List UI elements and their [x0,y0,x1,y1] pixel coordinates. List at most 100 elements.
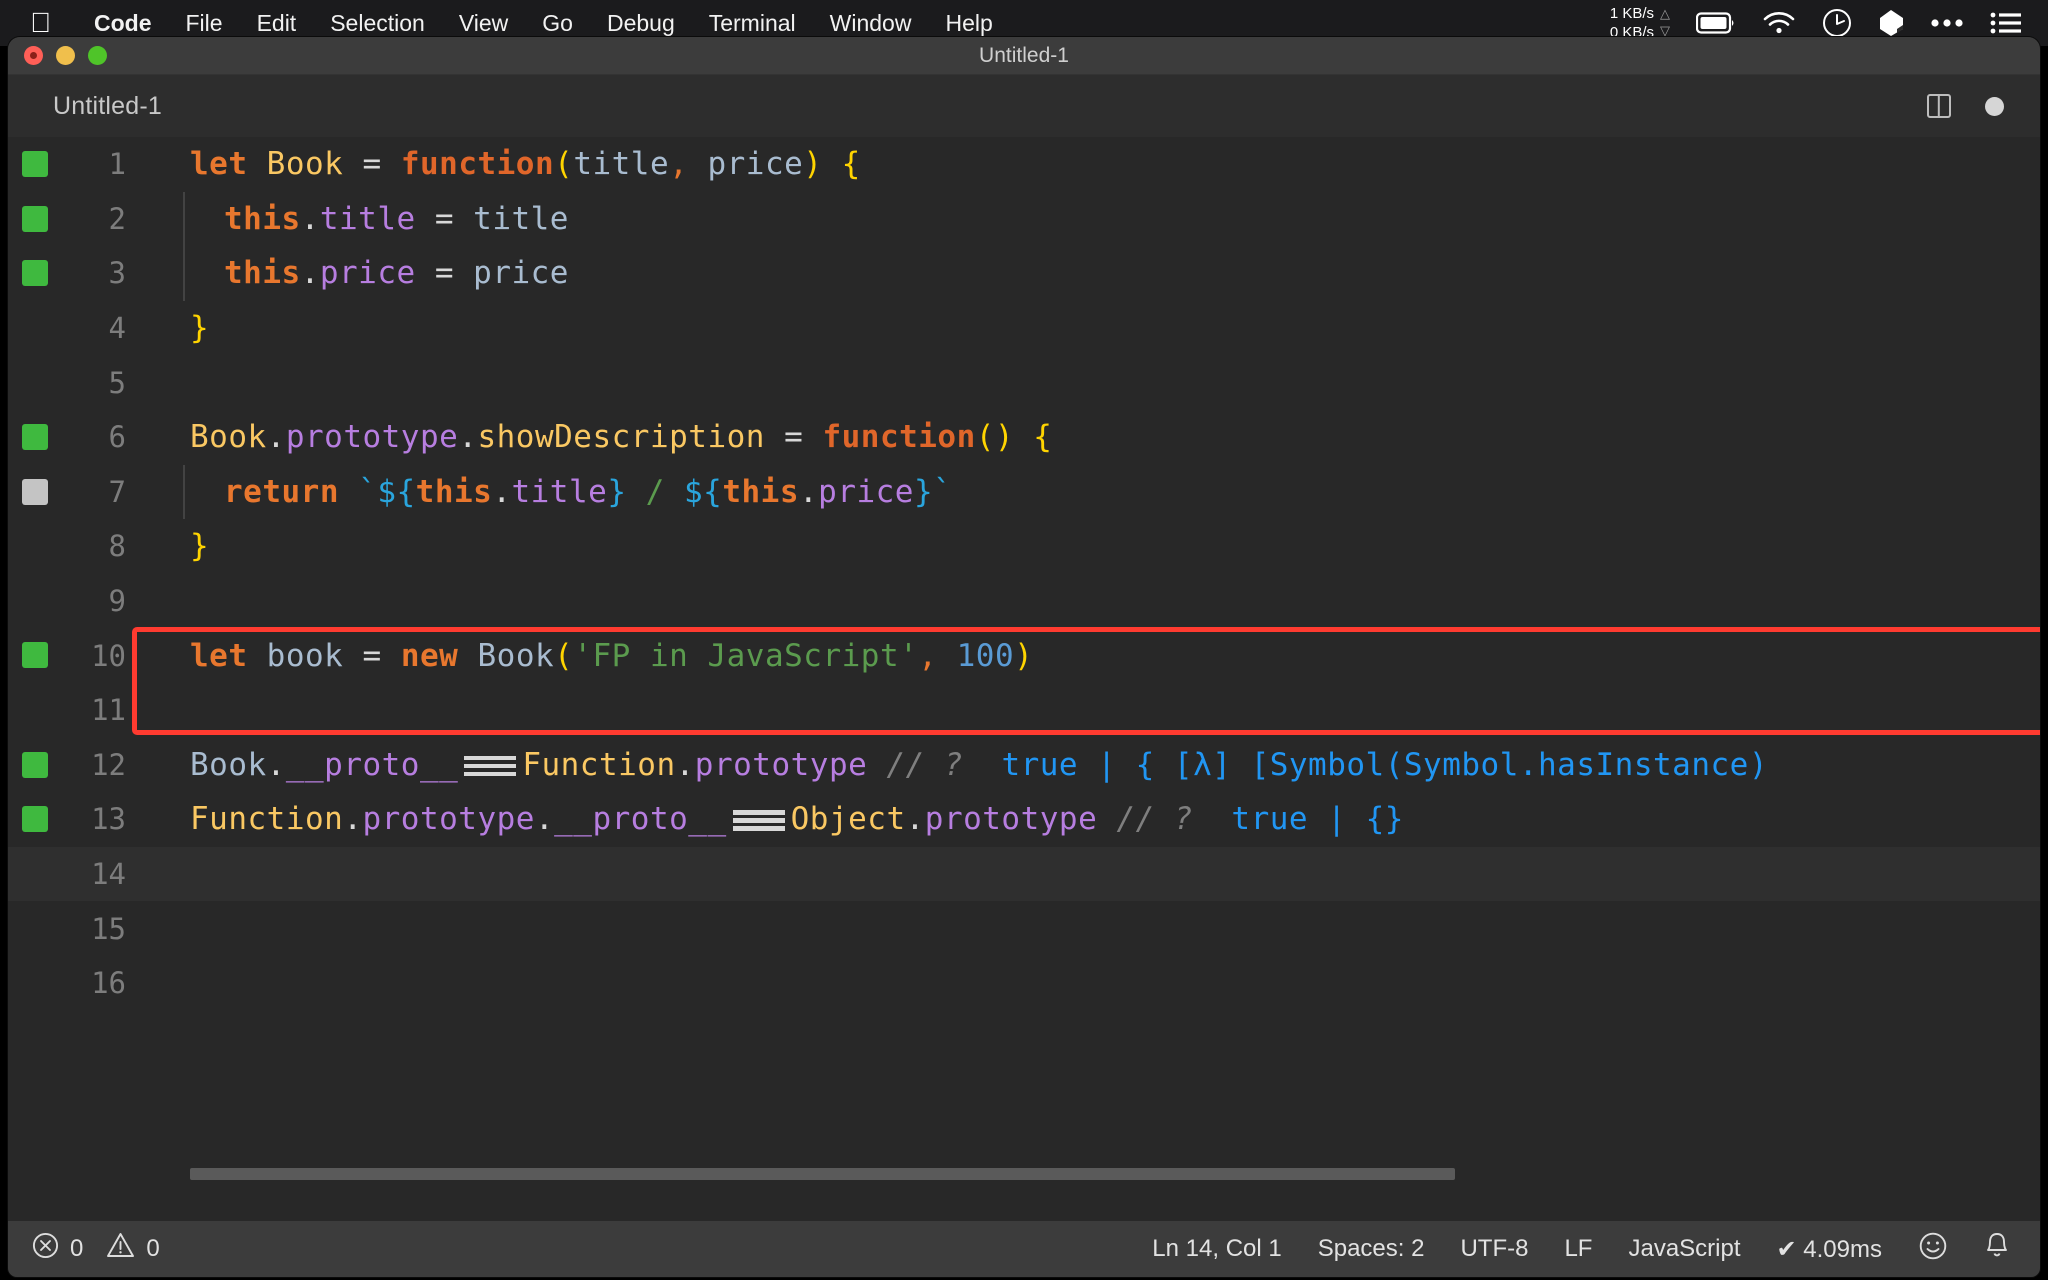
code-line-12[interactable]: 12 Book.__proto__Function.prototype // ?… [8,738,2040,793]
code-text-line-10: let book = new Book('FP in JavaScript', … [190,638,1033,674]
code-text-line-6: Book.prototype.showDescription = functio… [190,419,1052,455]
network-upload-speed: 1 KB/s [1610,4,1654,23]
strict-equality-ligature-icon [464,755,516,777]
line-number-11: 11 [66,693,126,727]
indent-guide [183,246,185,301]
code-text-line-7: return `${this.title} / ${this.price}` [224,474,952,510]
line-number-9: 9 [66,584,126,618]
line-number-10: 10 [66,639,126,673]
code-editor[interactable]: 1 let Book = function(title, price) { 2 … [8,137,2040,1183]
line-number-6: 6 [66,420,126,454]
editor-actions [1927,94,2040,118]
code-line-14[interactable]: 14 [8,847,2040,902]
line-number-8: 8 [66,529,126,563]
menu-item-code[interactable]: Code [77,10,169,37]
cursor-position[interactable]: Ln 14, Col 1 [1152,1235,1281,1263]
line-number-5: 5 [66,366,126,400]
gutter-flag-line-12 [22,752,48,778]
status-bar-right: Ln 14, Col 1 Spaces: 2 UTF-8 LF JavaScri… [1152,1231,2040,1268]
error-count[interactable]: 0 [70,1235,83,1263]
line-number-13: 13 [66,802,126,836]
vscode-window: Untitled-1 Untitled-1 1 let Book = funct… [8,37,2040,1277]
encoding[interactable]: UTF-8 [1460,1235,1528,1263]
language-mode[interactable]: JavaScript [1628,1235,1740,1263]
line-number-16: 16 [66,966,126,1000]
menu-item-selection[interactable]: Selection [313,10,442,37]
menu-item-edit[interactable]: Edit [240,10,314,37]
ellipsis-icon[interactable] [1930,18,1964,28]
code-line-13[interactable]: 13 Function.prototype.__proto__Object.pr… [8,792,2040,847]
quokka-run-status[interactable]: ✔ 4.09ms [1777,1235,1882,1264]
code-text-line-1: let Book = function(title, price) { [190,146,861,182]
indentation-setting[interactable]: Spaces: 2 [1318,1235,1425,1263]
zoom-button[interactable] [88,46,107,65]
gutter-flag-line-6 [22,424,48,450]
error-circle-icon[interactable] [32,1232,59,1266]
menu-item-file[interactable]: File [169,10,240,37]
status-bar: 0 0 Ln 14, Col 1 Spaces: 2 UTF-8 LF Java… [8,1221,2040,1277]
smiley-icon[interactable] [1918,1231,1948,1268]
code-line-11[interactable]: 11 [8,683,2040,738]
menu-item-view[interactable]: View [442,10,525,37]
code-line-1[interactable]: 1 let Book = function(title, price) { [8,137,2040,192]
code-line-10[interactable]: 10 let book = new Book('FP in JavaScript… [8,628,2040,683]
editor-tab-strip: Untitled-1 [8,75,2040,137]
code-line-5[interactable]: 5 [8,355,2040,410]
gutter-flag-line-3 [22,260,48,286]
warning-count[interactable]: 0 [146,1235,159,1263]
line-number-7: 7 [66,475,126,509]
list-icon[interactable] [1990,11,2022,35]
menu-item-debug[interactable]: Debug [590,10,692,37]
line-number-12: 12 [66,748,126,782]
horizontal-scrollbar[interactable] [8,1165,2040,1183]
horizontal-scrollbar-thumb[interactable] [190,1168,1455,1180]
code-line-8[interactable]: 8 } [8,519,2040,574]
code-text-line-8: } [190,528,209,564]
gutter-flag-line-10 [22,642,48,668]
code-text-line-12: Book.__proto__Function.prototype // ? tr… [190,747,1768,783]
code-text-line-13: Function.prototype.__proto__Object.proto… [190,801,1404,837]
gutter-flag-line-7 [22,479,48,505]
window-controls [24,46,107,65]
unsaved-dot-icon[interactable] [1985,97,2004,116]
tab-untitled-1[interactable]: Untitled-1 [53,92,162,121]
indent-guide [183,192,185,247]
upload-arrow-icon: △ [1660,6,1670,23]
code-line-7[interactable]: 7 return `${this.title} / ${this.price}` [8,465,2040,520]
close-button[interactable] [24,46,43,65]
menu-item-help[interactable]: Help [928,10,1009,37]
clock-icon[interactable] [1822,8,1852,38]
code-text-line-4: } [190,310,209,346]
code-line-9[interactable]: 9 [8,574,2040,629]
bell-icon[interactable] [1984,1231,2010,1268]
line-number-14: 14 [66,857,126,891]
code-line-2[interactable]: 2 this.title = title [8,192,2040,247]
line-number-15: 15 [66,912,126,946]
minimize-button[interactable] [56,46,75,65]
line-number-3: 3 [66,256,126,290]
end-of-line[interactable]: LF [1564,1235,1592,1263]
window-title: Untitled-1 [8,44,2040,68]
code-text-line-3: this.price = price [224,255,569,291]
line-number-2: 2 [66,202,126,236]
apple-logo-icon[interactable]:  [30,9,51,37]
menu-item-terminal[interactable]: Terminal [692,10,813,37]
menu-item-window[interactable]: Window [813,10,929,37]
window-title-bar: Untitled-1 [8,37,2040,75]
code-line-15[interactable]: 15 [8,901,2040,956]
battery-icon[interactable] [1696,12,1736,34]
strict-equality-ligature-icon [733,809,785,831]
dropbox-icon[interactable] [1878,9,1904,37]
code-line-4[interactable]: 4 } [8,301,2040,356]
code-line-16[interactable]: 16 [8,956,2040,1011]
line-number-1: 1 [66,147,126,181]
line-number-4: 4 [66,311,126,345]
indent-guide [183,465,185,520]
code-line-3[interactable]: 3 this.price = price [8,246,2040,301]
warning-triangle-icon[interactable] [106,1232,135,1266]
code-line-6[interactable]: 6 Book.prototype.showDescription = funct… [8,410,2040,465]
split-editor-icon[interactable] [1927,94,1951,118]
wifi-icon[interactable] [1762,11,1796,35]
menu-item-go[interactable]: Go [525,10,590,37]
status-bar-left: 0 0 [8,1232,160,1266]
